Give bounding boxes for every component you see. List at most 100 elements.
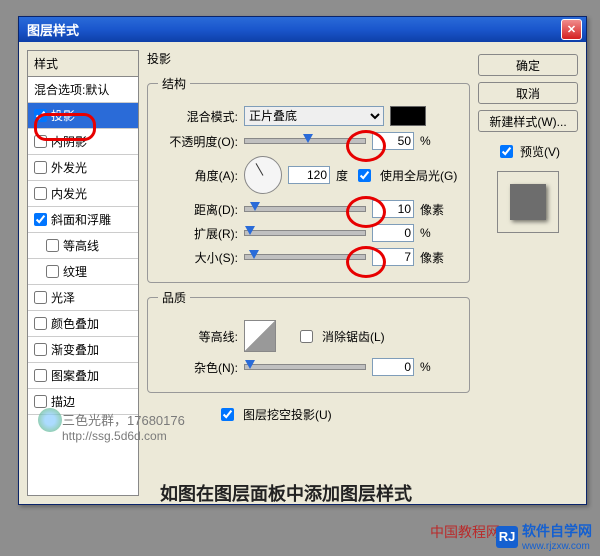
preview-label: 预览(V)	[520, 143, 560, 160]
style-label-9: 渐变叠加	[51, 341, 99, 358]
style-checkbox-11[interactable]	[34, 395, 47, 408]
contour-label: 等高线:	[158, 328, 238, 345]
style-label-4: 斜面和浮雕	[51, 211, 111, 228]
ok-button[interactable]: 确定	[478, 54, 578, 76]
main-settings-panel: 投影 结构 混合模式: 正片叠底 不透明度(O): % 角	[147, 50, 470, 496]
preview-swatch	[497, 171, 559, 233]
style-label-6: 纹理	[63, 263, 87, 280]
structure-legend: 结构	[158, 75, 190, 92]
style-label-10: 图案叠加	[51, 367, 99, 384]
style-label-8: 颜色叠加	[51, 315, 99, 332]
style-item-7[interactable]: 光泽	[28, 285, 138, 311]
instruction-note: 如图在图层面板中添加图层样式	[160, 480, 412, 506]
knockout-label: 图层挖空投影(U)	[243, 406, 332, 423]
style-label-11: 描边	[51, 393, 75, 410]
opacity-input[interactable]	[372, 132, 414, 150]
style-checkbox-8[interactable]	[34, 317, 47, 330]
style-label-5: 等高线	[63, 237, 99, 254]
footer-watermark-2: 中国教程网	[430, 522, 500, 542]
styles-header: 样式	[28, 51, 138, 77]
knockout-checkbox[interactable]	[221, 408, 234, 421]
noise-input[interactable]	[372, 358, 414, 376]
global-light-label: 使用全局光(G)	[380, 167, 457, 184]
watermark-logo-icon	[38, 408, 62, 432]
style-item-8[interactable]: 颜色叠加	[28, 311, 138, 337]
shadow-color-swatch[interactable]	[390, 106, 426, 126]
spread-input[interactable]	[372, 224, 414, 242]
style-checkbox-1[interactable]	[34, 135, 47, 148]
style-item-9[interactable]: 渐变叠加	[28, 337, 138, 363]
distance-slider[interactable]	[244, 206, 366, 212]
angle-input[interactable]	[288, 166, 330, 184]
style-label-3: 内发光	[51, 185, 87, 202]
watermark-line2: http://ssg.5d6d.com	[62, 429, 185, 443]
size-slider[interactable]	[244, 254, 366, 260]
angle-label: 角度(A):	[158, 167, 238, 184]
preview-checkbox[interactable]	[500, 145, 513, 158]
noise-slider[interactable]	[244, 364, 366, 370]
style-label-2: 外发光	[51, 159, 87, 176]
distance-unit: 像素	[420, 201, 444, 218]
blend-options-label: 混合选项:默认	[34, 81, 109, 98]
cancel-button[interactable]: 取消	[478, 82, 578, 104]
angle-dial[interactable]	[244, 156, 282, 194]
style-checkbox-0[interactable]	[34, 109, 47, 122]
style-item-5[interactable]: 等高线	[28, 233, 138, 259]
contour-picker[interactable]	[244, 320, 276, 352]
watermark-text: 三色光群，17680176 http://ssg.5d6d.com	[62, 410, 185, 443]
footer-text: 软件自学网	[522, 521, 592, 541]
close-button[interactable]: ✕	[561, 19, 582, 40]
style-item-2[interactable]: 外发光	[28, 155, 138, 181]
style-checkbox-6[interactable]	[46, 265, 59, 278]
style-label-1: 内阴影	[51, 133, 87, 150]
style-checkbox-4[interactable]	[34, 213, 47, 226]
distance-label: 距离(D):	[158, 201, 238, 218]
style-label-7: 光泽	[51, 289, 75, 306]
size-input[interactable]	[372, 248, 414, 266]
style-checkbox-9[interactable]	[34, 343, 47, 356]
style-item-6[interactable]: 纹理	[28, 259, 138, 285]
spread-unit: %	[420, 226, 431, 240]
footer-url: www.rjzxw.com	[522, 541, 592, 552]
size-label: 大小(S):	[158, 249, 238, 266]
antialias-label: 消除锯齿(L)	[322, 328, 385, 345]
style-checkbox-7[interactable]	[34, 291, 47, 304]
opacity-slider[interactable]	[244, 138, 366, 144]
noise-label: 杂色(N):	[158, 359, 238, 376]
style-item-0[interactable]: 投影	[28, 103, 138, 129]
style-checkbox-10[interactable]	[34, 369, 47, 382]
watermark-line1: 三色光群，17680176	[62, 410, 185, 429]
style-item-1[interactable]: 内阴影	[28, 129, 138, 155]
opacity-label: 不透明度(O):	[158, 133, 238, 150]
blend-options-item[interactable]: 混合选项:默认	[28, 77, 138, 103]
close-icon: ✕	[567, 23, 576, 36]
spread-slider[interactable]	[244, 230, 366, 236]
style-item-3[interactable]: 内发光	[28, 181, 138, 207]
style-checkbox-2[interactable]	[34, 161, 47, 174]
quality-fieldset: 品质 等高线: 消除锯齿(L) 杂色(N): %	[147, 289, 470, 393]
dialog-title: 图层样式	[27, 20, 79, 39]
opacity-unit: %	[420, 134, 431, 148]
quality-legend: 品质	[158, 289, 190, 306]
footer-logo-icon: RJ	[496, 526, 518, 548]
angle-unit: 度	[336, 167, 348, 184]
structure-fieldset: 结构 混合模式: 正片叠底 不透明度(O): % 角度(A):	[147, 75, 470, 283]
distance-input[interactable]	[372, 200, 414, 218]
new-style-button[interactable]: 新建样式(W)...	[478, 110, 578, 132]
style-checkbox-5[interactable]	[46, 239, 59, 252]
titlebar: 图层样式 ✕	[19, 17, 586, 42]
style-label-0: 投影	[51, 107, 75, 124]
footer-watermark: RJ 软件自学网 www.rjzxw.com	[496, 521, 592, 552]
global-light-checkbox[interactable]	[358, 169, 371, 182]
style-item-4[interactable]: 斜面和浮雕	[28, 207, 138, 233]
blend-mode-label: 混合模式:	[158, 108, 238, 125]
spread-label: 扩展(R):	[158, 225, 238, 242]
noise-unit: %	[420, 360, 431, 374]
size-unit: 像素	[420, 249, 444, 266]
style-item-10[interactable]: 图案叠加	[28, 363, 138, 389]
effect-title: 投影	[147, 50, 470, 67]
style-checkbox-3[interactable]	[34, 187, 47, 200]
antialias-checkbox[interactable]	[300, 330, 313, 343]
blend-mode-select[interactable]: 正片叠底	[244, 106, 384, 126]
right-button-panel: 确定 取消 新建样式(W)... 预览(V)	[478, 50, 578, 496]
